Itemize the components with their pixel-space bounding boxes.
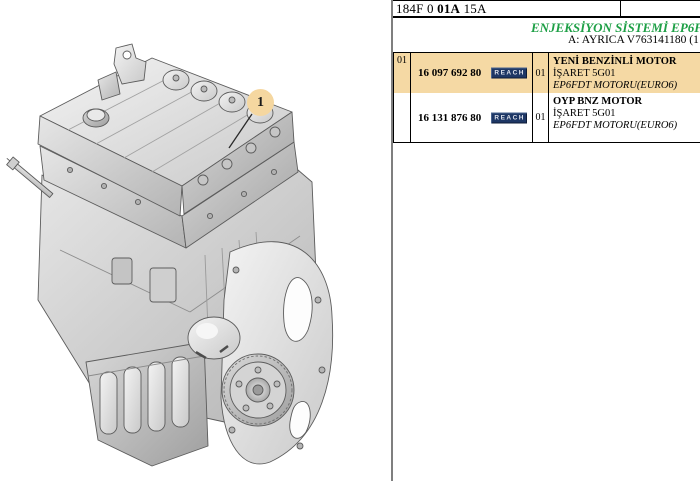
reach-badge[interactable]: REACH xyxy=(491,68,527,79)
figure-code-suffix: 15A xyxy=(460,1,486,16)
ref-cell xyxy=(394,93,411,142)
diagram-panel: 1 xyxy=(0,0,392,481)
catalog-page: 1 184F 0 01A 15A ENJEKSİYON SİSTEMİ EP6F… xyxy=(0,0,700,481)
description-cell: OYP BNZ MOTOR İŞARET 5G01 EP6FDT MOTORU(… xyxy=(549,93,700,142)
engine-illustration xyxy=(0,0,392,481)
table-row-part-number[interactable]: 16 131 876 80 REACH xyxy=(411,93,533,142)
reach-badge[interactable]: REACH xyxy=(491,112,527,123)
ref-cell: 01 xyxy=(394,53,411,93)
table-row-part-number[interactable]: 16 097 692 80 REACH xyxy=(411,53,533,93)
figure-code-prefix: 184F 0 xyxy=(396,1,437,16)
desc-line2: İŞARET 5G01 xyxy=(553,108,700,120)
qty-cell: 01 xyxy=(533,53,549,93)
figure-code-bold: 01A xyxy=(437,1,460,16)
part-number[interactable]: 16 131 876 80 xyxy=(418,112,481,124)
desc-line1: OYP BNZ MOTOR xyxy=(553,96,700,108)
parts-panel-inner: 184F 0 01A 15A ENJEKSİYON SİSTEMİ EP6FDT… xyxy=(393,0,700,481)
parts-table: 01 16 097 692 80 REACH 01 YENİ BENZİNLİ … xyxy=(393,52,700,143)
desc-line3: EP6FDT MOTORU(EURO6) xyxy=(553,80,700,92)
callout-1[interactable]: 1 xyxy=(247,89,274,116)
section-subtitle: A: AYRICA V763141180 (1 xyxy=(568,34,699,46)
description-cell: YENİ BENZİNLİ MOTOR İŞARET 5G01 EP6FDT M… xyxy=(549,53,700,93)
desc-line3: EP6FDT MOTORU(EURO6) xyxy=(553,120,700,132)
qty-cell: 01 xyxy=(533,93,549,142)
figure-code: 184F 0 01A 15A xyxy=(396,1,487,17)
parts-panel: 184F 0 01A 15A ENJEKSİYON SİSTEMİ EP6FDT… xyxy=(393,0,700,481)
header-divider xyxy=(620,1,621,16)
section-title-band: ENJEKSİYON SİSTEMİ EP6FDT A: AYRICA V763… xyxy=(393,18,700,52)
part-number[interactable]: 16 097 692 80 xyxy=(418,67,481,79)
desc-line1: YENİ BENZİNLİ MOTOR xyxy=(553,56,700,68)
desc-line2: İŞARET 5G01 xyxy=(553,68,700,80)
figure-code-header: 184F 0 01A 15A xyxy=(393,0,700,18)
